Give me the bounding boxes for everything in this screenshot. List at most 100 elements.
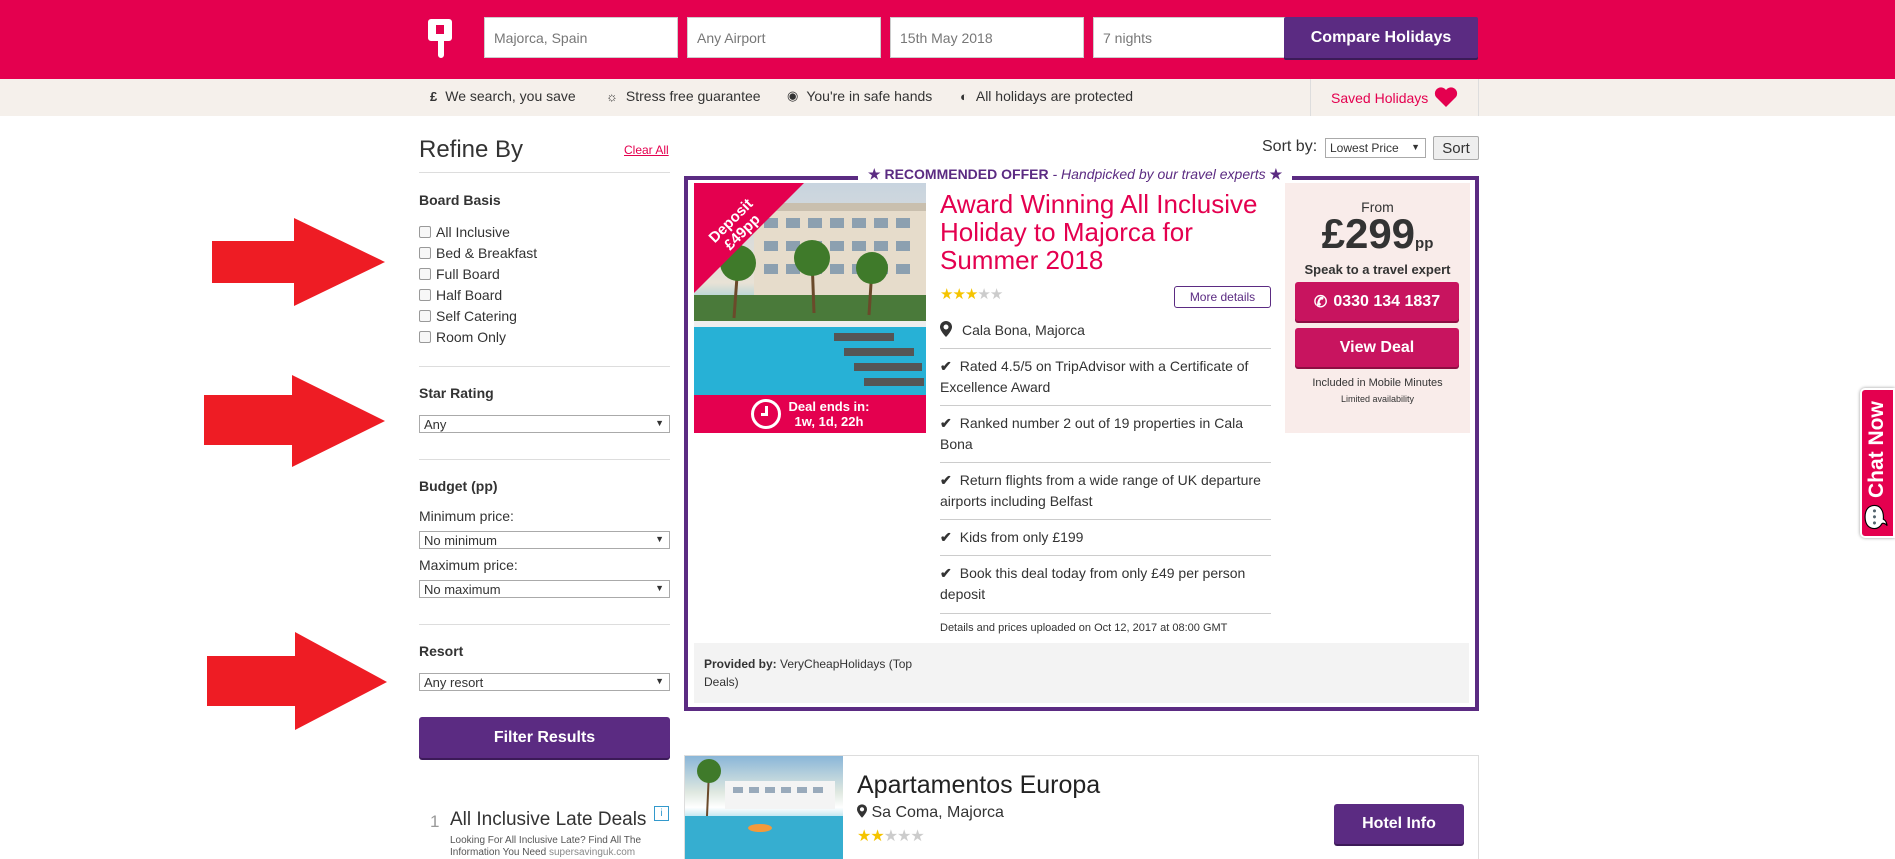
star-icon: ★ <box>989 286 1003 303</box>
check-icon: ✔ <box>940 565 952 581</box>
feature-text: Kids from only £199 <box>959 529 1084 545</box>
star-icon: ★ <box>870 828 884 845</box>
airport-input[interactable]: Any Airport <box>687 17 881 58</box>
divider <box>940 555 1271 556</box>
board-option[interactable]: Self Catering <box>419 308 517 324</box>
board-option[interactable]: All Inclusive <box>419 224 510 240</box>
star-icon: ★ <box>883 828 898 845</box>
brand-logo[interactable] <box>427 17 453 59</box>
checkbox[interactable] <box>419 310 431 322</box>
pound-icon: £ <box>430 88 438 104</box>
divider <box>940 519 1271 520</box>
resort-select[interactable]: Any resort ▼ <box>419 673 670 691</box>
eye-icon: ◉ <box>787 88 799 103</box>
dropdown-arrow-icon: ▼ <box>1411 142 1420 152</box>
deal-ends-value: 1w, 1d, 22h <box>794 414 864 429</box>
board-option[interactable]: Full Board <box>419 266 500 282</box>
check-icon: ✔ <box>940 472 952 488</box>
mobile-minutes-note: Included in Mobile Minutes <box>1312 377 1443 389</box>
select-value: No minimum <box>424 533 497 548</box>
saved-holidays-label: Saved Holidays <box>1331 89 1429 106</box>
compare-holidays-button[interactable]: Compare Holidays <box>1284 17 1478 58</box>
ad-domain[interactable]: supersavinguk.com <box>549 847 635 858</box>
usp-item: ☼ Stress free guarantee <box>606 88 761 104</box>
board-option-label: Full Board <box>436 266 500 282</box>
star-icon: ★ <box>897 828 911 845</box>
usp-item: ◉ You're in safe hands <box>787 88 932 104</box>
divider <box>940 462 1271 463</box>
star-rating: ★★★★★ <box>857 826 925 846</box>
select-value: No maximum <box>424 582 501 597</box>
refine-title: Refine By <box>419 136 524 163</box>
select-value: Any resort <box>424 675 484 690</box>
provided-by-label: Provided by: <box>704 657 777 671</box>
ad-description: Looking For All Inclusive Late? Find All… <box>450 835 680 859</box>
hotel-image[interactable] <box>685 756 843 859</box>
max-price-select[interactable]: No maximum ▼ <box>419 580 670 598</box>
phone-icon: ✆ <box>1313 293 1328 311</box>
dropdown-arrow-icon: ▼ <box>655 676 664 686</box>
deal-ends-banner: Deal ends in: 1w, 1d, 22h <box>694 395 926 433</box>
red-arrow-icon <box>207 632 387 730</box>
offer-title-link[interactable]: Award Winning All Inclusive Holiday to M… <box>940 190 1280 274</box>
price-value: £299 <box>1321 210 1416 257</box>
location-item: Cala Bona, Majorca <box>940 320 1271 341</box>
handpicked-text: - Handpicked by our travel experts <box>1052 166 1266 182</box>
ad-info-icon[interactable]: i <box>654 806 669 821</box>
usp-label: You're in safe hands <box>806 88 933 104</box>
feature-text: Book this deal today from only £49 per p… <box>940 565 1246 602</box>
map-pin-icon <box>940 321 952 337</box>
checkbox[interactable] <box>419 226 431 238</box>
star-rating-select[interactable]: Any ▼ <box>419 415 670 433</box>
board-option[interactable]: Room Only <box>419 329 506 345</box>
price-unit: pp <box>1415 235 1434 252</box>
sort-select[interactable]: Lowest Price ▼ <box>1325 138 1426 158</box>
chat-now-label: Chat Now <box>1865 401 1888 498</box>
divider <box>940 348 1271 349</box>
board-option-label: Self Catering <box>436 308 517 324</box>
more-details-button[interactable]: More details <box>1174 286 1271 308</box>
saved-holidays-link[interactable]: Saved Holidays <box>1331 87 1458 108</box>
ad-title-link[interactable]: All Inclusive Late Deals <box>450 809 646 831</box>
divider <box>419 366 670 367</box>
phone-button[interactable]: ✆ 0330 134 1837 <box>1295 282 1459 321</box>
date-input[interactable]: 15th May 2018 <box>890 17 1084 58</box>
red-arrow-icon <box>204 375 385 467</box>
chat-bubble-icon: 💬 <box>1865 503 1888 530</box>
checkbox[interactable] <box>419 331 431 343</box>
feature-item: ✔ Kids from only £199 <box>940 527 1271 548</box>
feature-item: ✔ Ranked number 2 out of 19 properties in… <box>940 413 1271 455</box>
checkbox[interactable] <box>419 268 431 280</box>
sort-button[interactable]: Sort <box>1433 136 1479 160</box>
board-basis-title: Board Basis <box>419 192 501 208</box>
limited-availability-note: Limited availability <box>1340 394 1415 404</box>
filter-results-button[interactable]: Filter Results <box>419 717 670 758</box>
map-pin-icon <box>857 804 867 818</box>
view-deal-button[interactable]: View Deal <box>1295 328 1459 367</box>
divider <box>1478 79 1479 116</box>
usp-bar <box>0 79 1895 116</box>
board-option[interactable]: Half Board <box>419 287 502 303</box>
clear-all-link[interactable]: Clear All <box>624 143 669 157</box>
max-price-label: Maximum price: <box>419 557 518 573</box>
board-option[interactable]: Bed & Breakfast <box>419 245 537 261</box>
chat-now-tab[interactable]: 💬 Chat Now <box>1860 388 1895 538</box>
board-option-label: Half Board <box>436 287 503 303</box>
sun-icon: ☼ <box>606 88 618 104</box>
speak-expert-label: Speak to a travel expert <box>1304 262 1451 277</box>
nights-input[interactable]: 7 nights <box>1093 17 1287 58</box>
checkbox[interactable] <box>419 289 431 301</box>
feature-text: Ranked number 2 out of 19 properties in … <box>940 415 1244 452</box>
dropdown-arrow-icon: ▼ <box>655 534 664 544</box>
hotel-info-button[interactable]: Hotel Info <box>1334 804 1464 844</box>
star-icon: ★ <box>1269 166 1283 182</box>
checkbox[interactable] <box>419 247 431 259</box>
destination-input[interactable]: Majorca, Spain <box>484 17 678 58</box>
check-icon: ✔ <box>940 415 952 431</box>
min-price-select[interactable]: No minimum ▼ <box>419 531 670 549</box>
board-option-label: All Inclusive <box>436 224 510 240</box>
divider <box>419 459 670 460</box>
result-title-link[interactable]: Apartamentos Europa <box>857 771 1100 800</box>
board-option-label: Room Only <box>436 329 507 345</box>
star-icon: ★ <box>868 166 881 182</box>
